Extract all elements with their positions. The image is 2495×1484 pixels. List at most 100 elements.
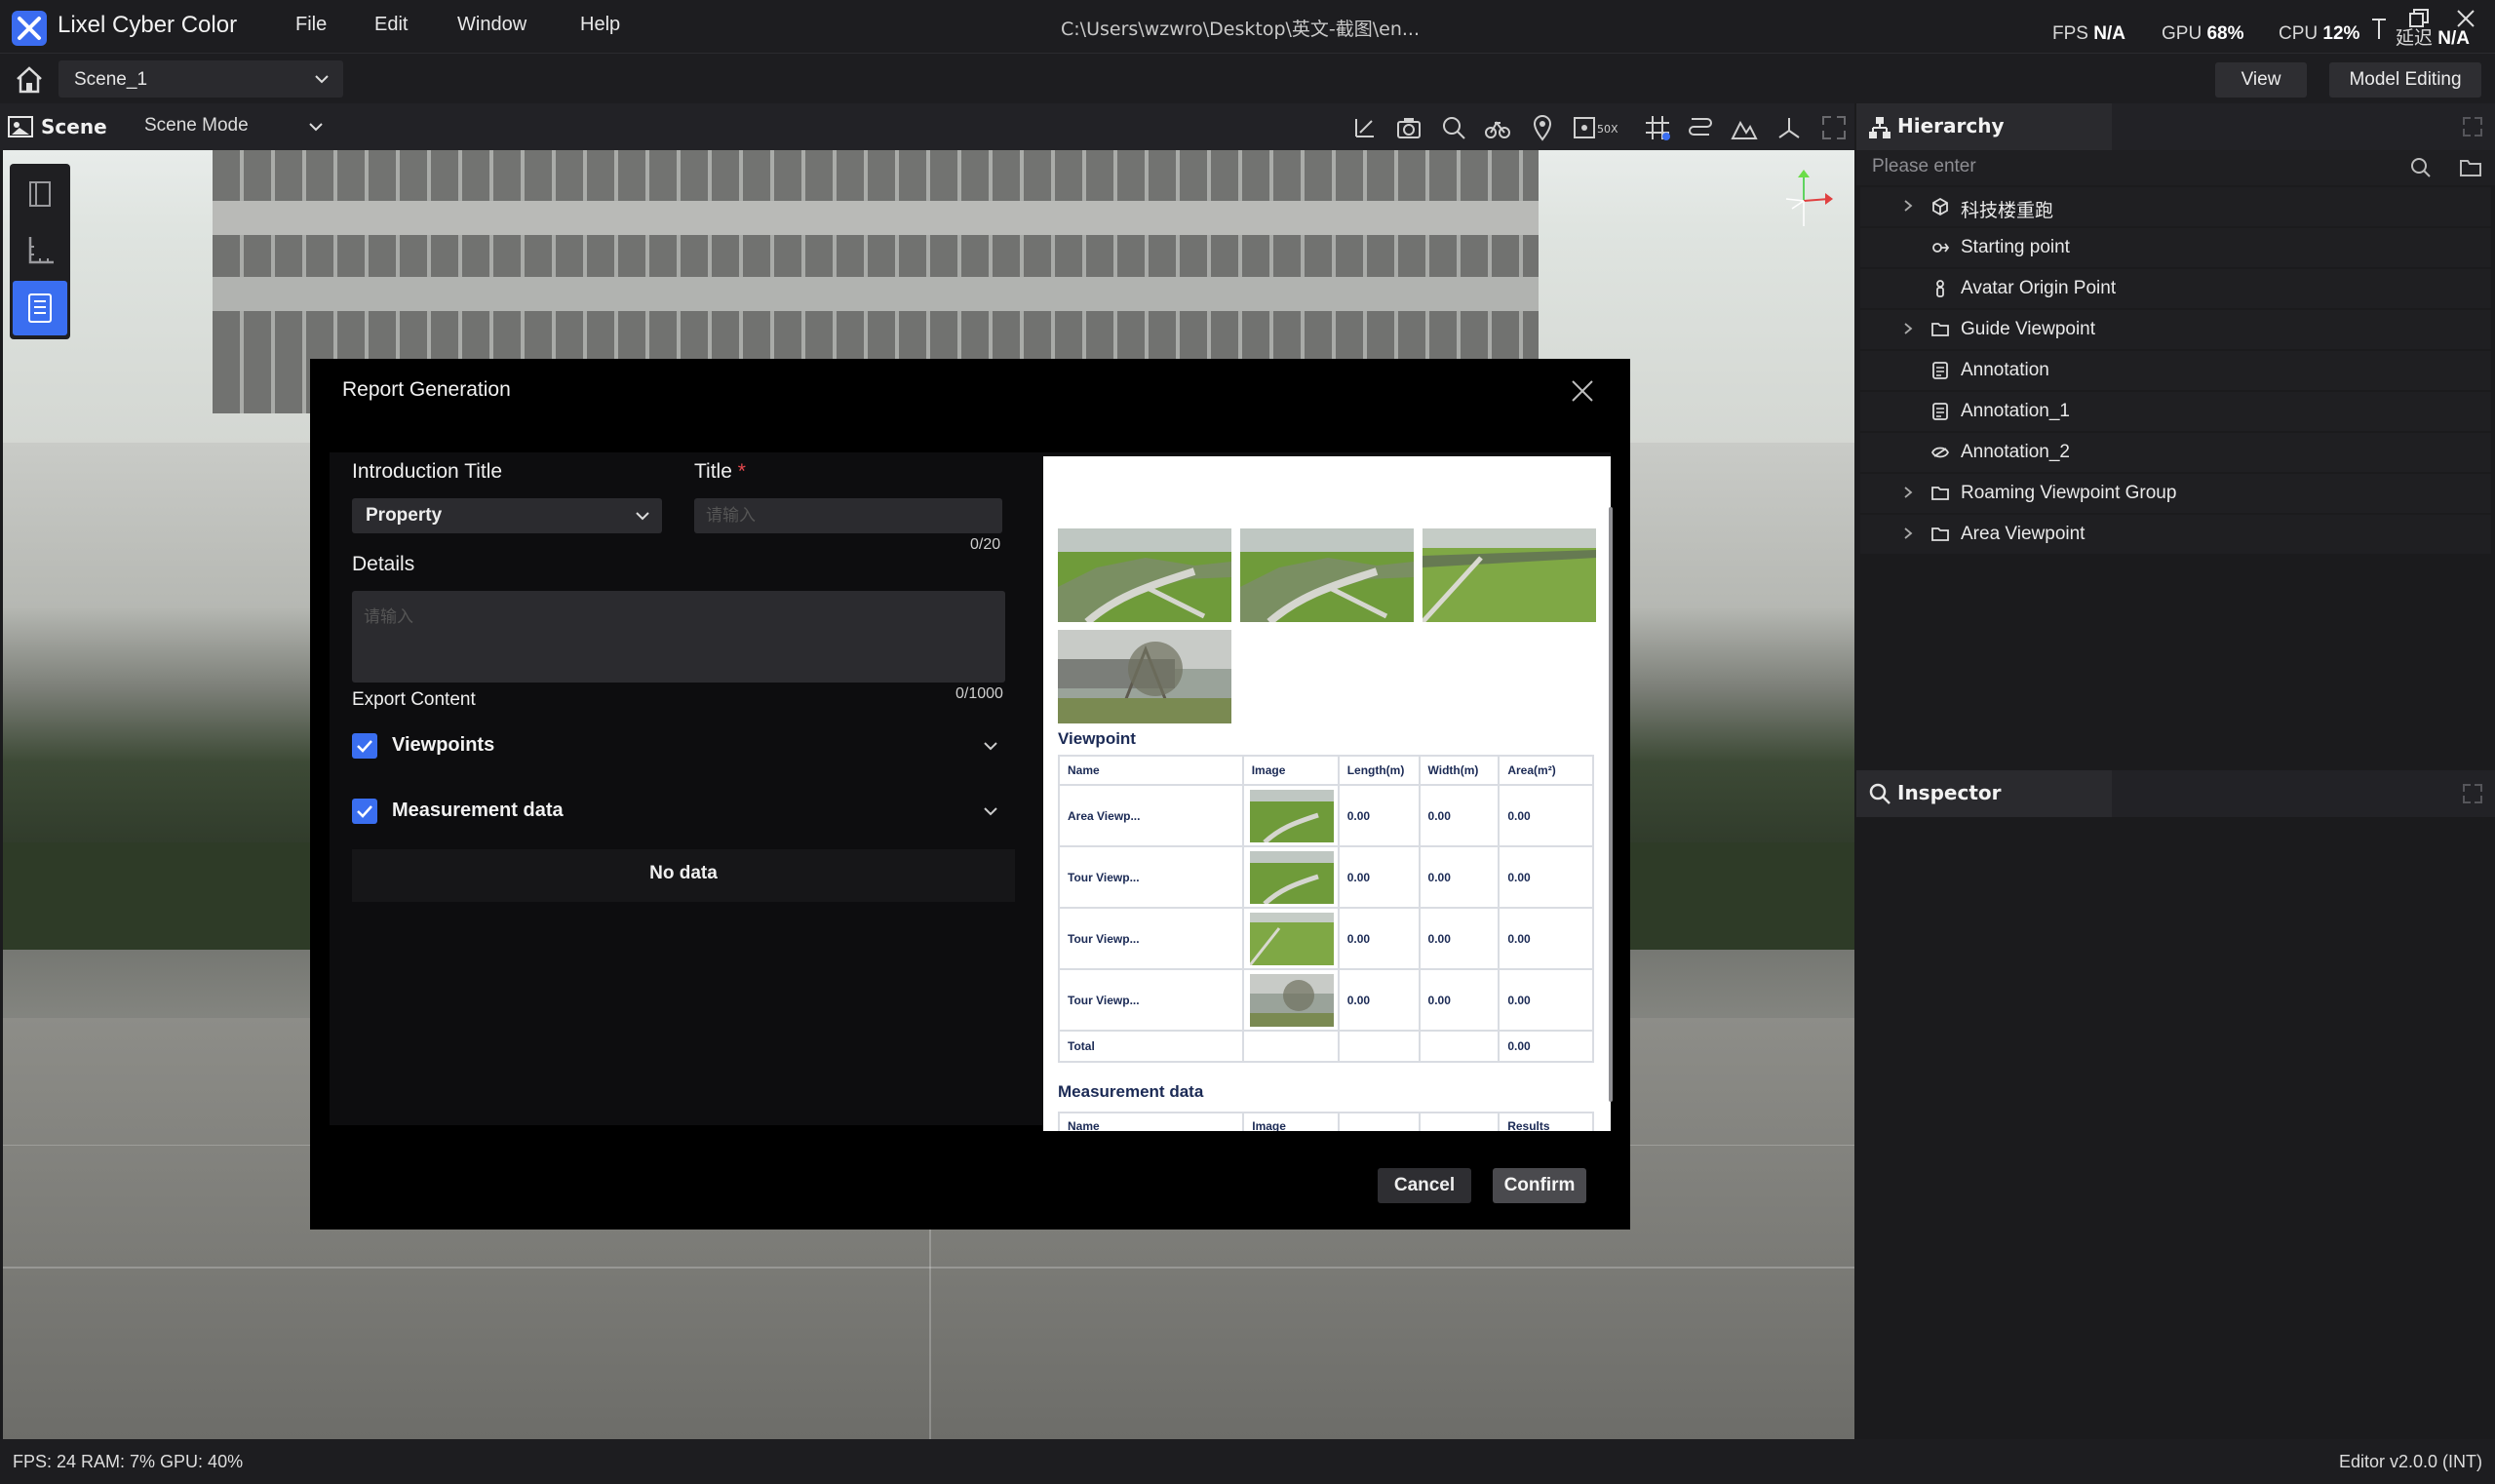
title-input[interactable]: [694, 498, 1002, 533]
row-width: 0.00: [1418, 968, 1501, 1032]
hierarchy-header: Hierarchy: [1856, 103, 2495, 150]
report-preview[interactable]: Viewpoint Name Image Length(m) Width(m) …: [1043, 456, 1611, 1131]
search-input[interactable]: Please enter: [1872, 156, 1976, 177]
tree-item[interactable]: Starting point: [1860, 228, 2491, 267]
total-area: 0.00: [1498, 1030, 1594, 1063]
chevron-down-icon: [636, 512, 649, 521]
terrain-icon[interactable]: [1730, 113, 1759, 142]
chevron-down-icon[interactable]: [308, 121, 324, 133]
close-window-icon[interactable]: [2455, 8, 2476, 29]
chevron-right-icon[interactable]: [1901, 322, 1915, 335]
menu-edit[interactable]: Edit: [374, 14, 408, 36]
search-icon[interactable]: [2410, 157, 2432, 178]
axes-icon[interactable]: [1774, 113, 1804, 142]
table-row: Area Viewp... 0.00 0.00 0.00: [1058, 784, 1594, 847]
model-editing-button[interactable]: Model Editing: [2329, 62, 2481, 98]
hierarchy-search[interactable]: Please enter: [1856, 150, 2495, 185]
minimize-icon[interactable]: [2371, 18, 2387, 41]
expand-panel-icon[interactable]: [2461, 115, 2484, 138]
maximize-icon[interactable]: [1819, 113, 1849, 142]
folder-icon: [1931, 487, 1949, 500]
menu-window[interactable]: Window: [457, 14, 526, 36]
grid-line: [3, 1267, 1854, 1269]
row-image: [1241, 784, 1340, 847]
tree-item[interactable]: Annotation: [1860, 351, 2491, 390]
intro-title-select[interactable]: Property: [352, 498, 662, 533]
tab-scene[interactable]: Scene: [41, 115, 107, 138]
scene-select-value: Scene_1: [74, 69, 148, 90]
layout-tool-icon[interactable]: [13, 167, 67, 221]
tree-item[interactable]: Area Viewpoint: [1860, 515, 2491, 554]
tab-inspector[interactable]: Inspector: [1856, 770, 2112, 817]
confirm-button[interactable]: Confirm: [1493, 1168, 1586, 1203]
left-toolbar: [10, 164, 70, 339]
tree-item[interactable]: Roaming Viewpoint Group: [1860, 474, 2491, 513]
view-button[interactable]: View: [2215, 62, 2307, 98]
row-area: 0.00: [1498, 845, 1594, 909]
intro-title-label: Introduction Title: [352, 460, 503, 483]
tree-item[interactable]: Avatar Origin Point: [1860, 269, 2491, 308]
menu-file[interactable]: File: [295, 14, 327, 36]
cancel-button[interactable]: Cancel: [1378, 1168, 1471, 1203]
chevron-right-icon[interactable]: [1901, 486, 1915, 499]
viewpoints-checkbox[interactable]: [352, 733, 377, 759]
menu-help[interactable]: Help: [580, 14, 620, 36]
report-generation-dialog: Report Generation Introduction Title Pro…: [310, 359, 1630, 1230]
measurement-label: Measurement data: [392, 800, 564, 821]
note-icon: [1932, 362, 1948, 379]
chevron-down-icon[interactable]: [983, 804, 998, 820]
viewpoint-thumbnail: [1058, 630, 1231, 723]
tree-item[interactable]: Annotation_1: [1860, 392, 2491, 431]
folder-icon[interactable]: [2459, 158, 2482, 177]
chevron-down-icon[interactable]: [983, 739, 998, 755]
search-icon: [1869, 783, 1891, 804]
tree-item[interactable]: Annotation_2: [1860, 433, 2491, 472]
home-icon[interactable]: [13, 64, 46, 96]
scene-bar: Scene_1 View Model Editing: [0, 53, 2495, 103]
measure-icon[interactable]: [1350, 113, 1380, 142]
title-counter: 0/20: [970, 536, 1001, 553]
viewport-header: Scene Scene Mode 50X: [0, 103, 1854, 150]
scene-icon: [8, 116, 33, 137]
location-icon[interactable]: [1528, 113, 1557, 142]
version-status: Editor v2.0.0 (INT): [2338, 1452, 2482, 1471]
expand-panel-icon[interactable]: [2461, 782, 2484, 805]
row-image: [1241, 907, 1340, 970]
viewpoint-thumbnail: [1058, 528, 1231, 622]
cube-icon: [1932, 197, 1948, 216]
building-floor-band: [213, 277, 1539, 311]
tree-item[interactable]: 科技楼重跑: [1860, 187, 2491, 226]
column-header: [1337, 1112, 1421, 1131]
scene-select[interactable]: Scene_1: [58, 60, 343, 98]
grid-icon[interactable]: [1643, 113, 1672, 142]
route-icon[interactable]: [1686, 113, 1715, 142]
chevron-right-icon[interactable]: [1901, 527, 1915, 540]
scene-mode-select[interactable]: Scene Mode: [144, 115, 249, 137]
title-label: Title *: [694, 460, 746, 483]
row-name: Tour Viewp...: [1058, 845, 1244, 909]
tree-item[interactable]: Guide Viewpoint: [1860, 310, 2491, 349]
row-image: [1241, 845, 1340, 909]
eye-icon: [1930, 447, 1950, 458]
folder-icon: [1931, 323, 1949, 336]
bike-icon[interactable]: [1483, 113, 1512, 142]
ruler-tool-icon[interactable]: [13, 223, 67, 278]
restore-icon[interactable]: [2408, 8, 2430, 29]
chevron-right-icon[interactable]: [1901, 199, 1915, 213]
camera-icon[interactable]: [1394, 113, 1423, 142]
zoom-50x-icon[interactable]: 50X: [1572, 113, 1626, 142]
viewpoint-thumbnail: [1423, 528, 1596, 622]
file-path: C:\Users\wzwro\Desktop\英文-截图\en...: [1061, 19, 1421, 40]
details-input[interactable]: [352, 591, 1005, 683]
orientation-gizmo[interactable]: [1773, 170, 1835, 232]
preview-scrollbar[interactable]: [1609, 507, 1613, 1102]
no-data-panel: No data: [352, 849, 1015, 902]
hierarchy-title: Hierarchy: [1897, 114, 2005, 137]
cpu-stat: CPU 12%: [2279, 23, 2360, 44]
tab-hierarchy[interactable]: Hierarchy: [1856, 103, 2112, 150]
no-data-text: No data: [649, 863, 718, 883]
search-view-icon[interactable]: [1439, 113, 1468, 142]
measurement-checkbox[interactable]: [352, 799, 377, 824]
close-icon[interactable]: [1570, 378, 1595, 404]
report-tool-icon[interactable]: [13, 281, 67, 335]
